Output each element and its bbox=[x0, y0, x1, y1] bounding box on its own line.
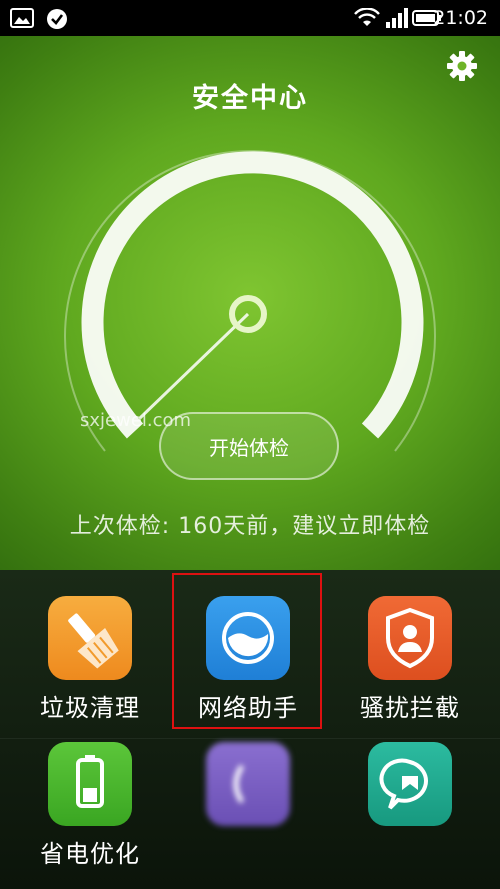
clock: 21:02 bbox=[433, 7, 488, 29]
tool-power-saving[interactable]: 省电优化 bbox=[20, 742, 160, 869]
tool-blurred-app-2[interactable] bbox=[340, 742, 480, 834]
tool-label: 网络助手 bbox=[198, 694, 298, 722]
tool-label: 垃圾清理 bbox=[40, 694, 140, 722]
last-check-status: 上次体检: 160天前，建议立即体检 bbox=[69, 514, 431, 539]
tool-label: 省电优化 bbox=[40, 840, 140, 868]
tool-junk-cleanup[interactable]: 垃圾清理 bbox=[20, 596, 160, 723]
battery-icon bbox=[48, 742, 132, 826]
tool-label: 骚扰拦截 bbox=[360, 694, 460, 722]
broom-icon bbox=[48, 596, 132, 680]
chat-bubble-icon bbox=[368, 742, 452, 826]
gear-icon[interactable] bbox=[446, 50, 478, 82]
wifi-icon bbox=[354, 8, 380, 26]
app-icon bbox=[206, 742, 290, 826]
gauge-dial bbox=[64, 150, 436, 452]
tool-harassment-block[interactable]: 骚扰拦截 bbox=[340, 596, 480, 723]
page-title: 安全中心 bbox=[192, 83, 308, 114]
tool-blurred-app[interactable] bbox=[178, 742, 318, 834]
start-checkup-button[interactable]: 开始体检 bbox=[159, 412, 339, 480]
divider bbox=[0, 738, 500, 739]
security-hero: 安全中心 sxjewel.com 开始体检 上次体检: 160天前，建议立即体检 bbox=[0, 36, 500, 570]
image-icon bbox=[10, 8, 34, 28]
status-bar: 21:02 bbox=[0, 0, 500, 36]
tool-network-assistant[interactable]: 网络助手 bbox=[178, 596, 318, 723]
signal-icon bbox=[386, 8, 408, 28]
check-circle-icon bbox=[47, 9, 67, 29]
network-icon bbox=[206, 596, 290, 680]
shield-user-icon bbox=[368, 596, 452, 680]
